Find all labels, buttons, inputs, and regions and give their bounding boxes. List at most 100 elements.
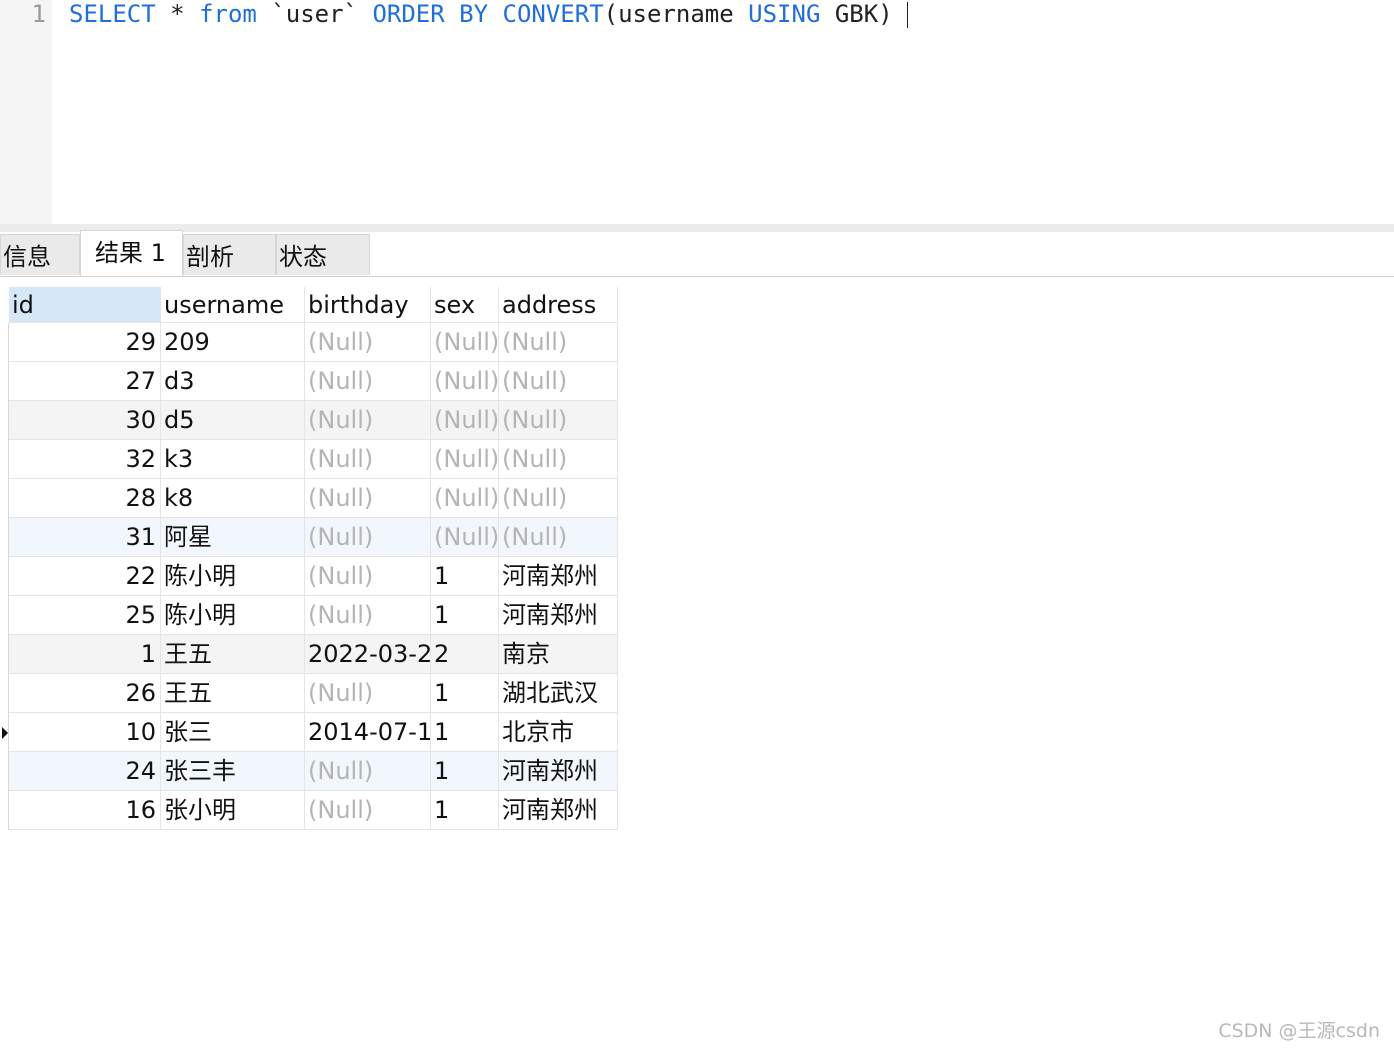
row-indicator[interactable] [0,791,9,830]
line-gutter: 1 [0,0,52,224]
cell-id[interactable]: 28 [9,479,161,518]
cell-username[interactable]: d5 [161,401,305,440]
sql-code-line[interactable]: SELECT * from `user` ORDER BY CONVERT(us… [69,0,908,28]
cell-id[interactable]: 31 [9,518,161,557]
cell-birthday[interactable]: (Null) [305,752,431,791]
sql-editor[interactable]: 1 SELECT * from `user` ORDER BY CONVERT(… [0,0,1394,224]
row-indicator[interactable] [0,479,9,518]
cell-id[interactable]: 25 [9,596,161,635]
cell-id[interactable]: 32 [9,440,161,479]
cell-id[interactable]: 30 [9,401,161,440]
cell-username[interactable]: 张小明 [161,791,305,830]
cell-id[interactable]: 29 [9,323,161,362]
tab-status[interactable]: 状态 [276,234,370,275]
cell-sex[interactable]: (Null) [431,401,499,440]
cell-address[interactable]: 河南郑州 [499,752,618,791]
cell-id[interactable]: 10 [9,713,161,752]
sql-keyword: SELECT [69,0,156,28]
cell-sex[interactable]: (Null) [431,479,499,518]
cell-address[interactable]: (Null) [499,401,618,440]
cell-username[interactable]: 阿星 [161,518,305,557]
cell-sex[interactable]: 1 [431,791,499,830]
row-indicator[interactable] [0,401,9,440]
row-indicator[interactable] [0,518,9,557]
sql-text: GBK) [820,0,893,28]
row-indicator[interactable] [0,362,9,401]
row-indicator[interactable] [0,713,9,752]
cell-id[interactable]: 16 [9,791,161,830]
cell-sex[interactable]: 1 [431,674,499,713]
column-header-id[interactable]: id [9,287,161,323]
cell-username[interactable]: 陈小明 [161,596,305,635]
cell-birthday[interactable]: (Null) [305,479,431,518]
cell-birthday[interactable]: (Null) [305,674,431,713]
pane-splitter[interactable] [0,224,1394,232]
cell-sex[interactable]: (Null) [431,440,499,479]
cell-birthday[interactable]: (Null) [305,401,431,440]
row-indicator[interactable] [0,596,9,635]
cell-birthday[interactable]: 2022-03-2( [305,635,431,674]
row-indicator[interactable] [0,674,9,713]
text-cursor [906,2,908,28]
cell-address[interactable]: 北京市 [499,713,618,752]
cell-username[interactable]: 209 [161,323,305,362]
column-header-username[interactable]: username [161,287,305,323]
cell-address[interactable]: (Null) [499,362,618,401]
row-indicator[interactable] [0,635,9,674]
cell-sex[interactable]: 1 [431,557,499,596]
cell-sex[interactable]: 2 [431,635,499,674]
cell-birthday[interactable]: (Null) [305,440,431,479]
cell-username[interactable]: k3 [161,440,305,479]
cell-address[interactable]: 南京 [499,635,618,674]
cell-birthday[interactable]: (Null) [305,557,431,596]
cell-id[interactable]: 22 [9,557,161,596]
cell-username[interactable]: 陈小明 [161,557,305,596]
cell-birthday[interactable]: (Null) [305,596,431,635]
cell-id[interactable]: 1 [9,635,161,674]
cell-id[interactable]: 24 [9,752,161,791]
row-indicator[interactable] [0,323,9,362]
cell-birthday[interactable]: 2014-07-1( [305,713,431,752]
cell-sex[interactable]: 1 [431,752,499,791]
tab-info[interactable]: 信息 [0,234,80,275]
row-indicator[interactable] [0,557,9,596]
cell-sex[interactable]: (Null) [431,518,499,557]
cell-username[interactable]: k8 [161,479,305,518]
cell-sex[interactable]: (Null) [431,362,499,401]
column-header-address[interactable]: address [499,287,618,323]
cell-id[interactable]: 27 [9,362,161,401]
cell-birthday[interactable]: (Null) [305,323,431,362]
cell-username[interactable]: 张三丰 [161,752,305,791]
tab-result-1[interactable]: 结果 1 [80,230,183,276]
cell-address[interactable]: 河南郑州 [499,557,618,596]
sql-text: `user` [256,0,373,28]
cell-sex[interactable]: 1 [431,596,499,635]
cell-username[interactable]: 张三 [161,713,305,752]
cell-sex[interactable]: 1 [431,713,499,752]
line-number: 1 [31,0,46,28]
cell-address[interactable]: 河南郑州 [499,596,618,635]
column-header-birthday[interactable]: birthday [305,287,431,323]
cell-address[interactable]: 湖北武汉 [499,674,618,713]
cell-address[interactable]: (Null) [499,518,618,557]
cell-username[interactable]: 王五 [161,674,305,713]
row-indicator[interactable] [0,752,9,791]
cell-address[interactable]: (Null) [499,440,618,479]
tab-profile[interactable]: 剖析 [183,234,276,275]
cell-address[interactable]: (Null) [499,479,618,518]
cell-birthday[interactable]: (Null) [305,791,431,830]
sql-keyword: from [199,0,257,28]
cell-id[interactable]: 26 [9,674,161,713]
column-header-sex[interactable]: sex [431,287,499,323]
cell-address[interactable]: 河南郑州 [499,791,618,830]
cell-username[interactable]: d3 [161,362,305,401]
cell-username[interactable]: 王五 [161,635,305,674]
cell-sex[interactable]: (Null) [431,323,499,362]
cell-birthday[interactable]: (Null) [305,362,431,401]
sql-keyword: USING [748,0,821,28]
sql-text: * [155,0,200,28]
cell-address[interactable]: (Null) [499,323,618,362]
cell-birthday[interactable]: (Null) [305,518,431,557]
watermark: CSDN @王源csdn [1218,1020,1380,1042]
row-indicator[interactable] [0,440,9,479]
